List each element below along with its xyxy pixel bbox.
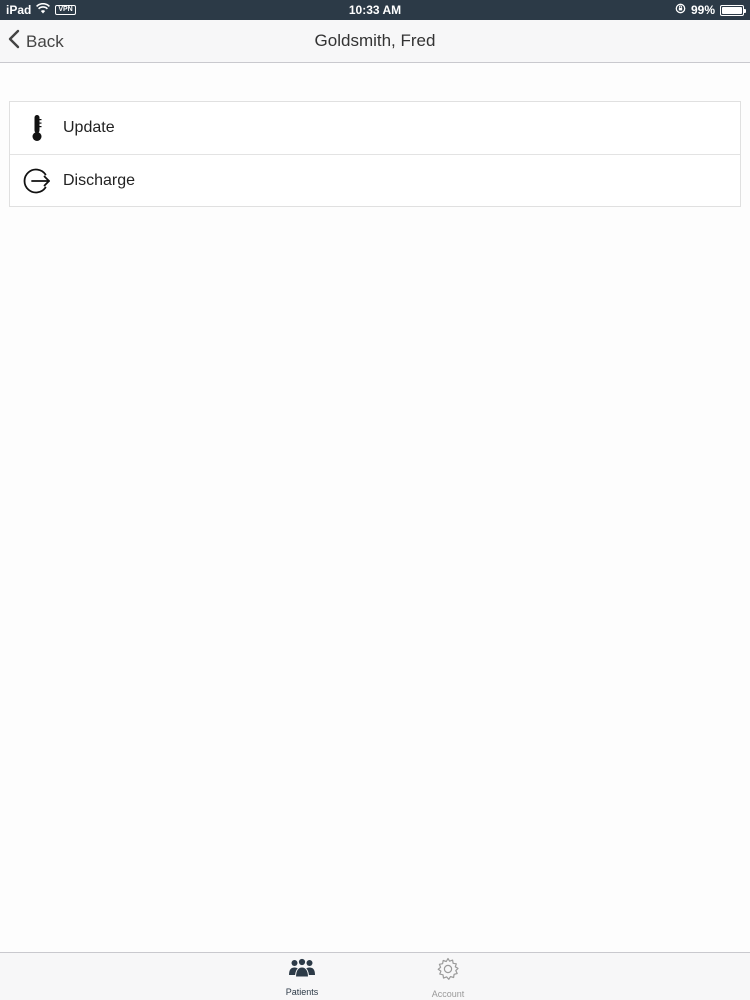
wifi-icon [36, 2, 51, 17]
tab-account-label: Account [431, 989, 465, 999]
discharge-action[interactable]: Discharge [10, 154, 740, 206]
status-time: 10:33 AM [348, 3, 402, 17]
action-list: Update Discharge [9, 101, 741, 207]
battery-fill [722, 6, 742, 14]
vpn-badge: VPN [55, 5, 76, 15]
gear-icon [436, 957, 460, 986]
tab-bar: Patients Account [0, 952, 750, 1000]
status-right: 99% [675, 3, 746, 17]
back-button[interactable]: Back [8, 20, 64, 63]
back-label: Back [26, 31, 64, 51]
exit-arrow-icon [22, 166, 52, 196]
tab-patients[interactable]: Patients [262, 953, 342, 1000]
thermometer-icon [22, 113, 52, 143]
tab-patients-label: Patients [285, 987, 319, 997]
chevron-left-icon [8, 29, 20, 54]
status-left: iPad VPN [6, 2, 76, 17]
battery-percent: 99% [690, 3, 715, 17]
update-label: Update [63, 119, 115, 136]
tab-account[interactable]: Account [408, 953, 488, 1000]
people-icon [288, 957, 316, 984]
lock-rotation-icon [675, 3, 686, 17]
update-action[interactable]: Update [10, 102, 740, 154]
status-bar: iPad VPN 10:33 AM 99% [0, 0, 750, 20]
discharge-label: Discharge [63, 171, 136, 189]
navigation-bar: Back Goldsmith, Fred [0, 20, 750, 63]
device-name: iPad [6, 3, 32, 17]
page-title: Goldsmith, Fred [314, 31, 436, 50]
battery-icon [720, 4, 746, 16]
